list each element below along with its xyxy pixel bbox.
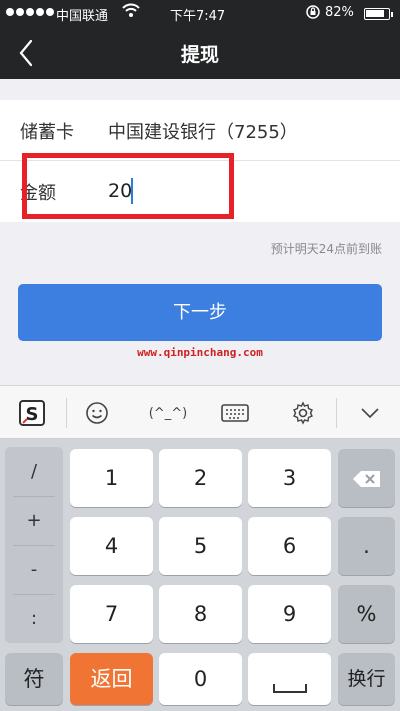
- toolbar-divider: [336, 398, 337, 428]
- key-plus[interactable]: +: [5, 496, 63, 545]
- card-label: 储蓄卡: [20, 122, 74, 143]
- symbol-key[interactable]: 符: [5, 653, 63, 705]
- backspace-icon: [352, 469, 382, 493]
- status-time: 下午7:47: [170, 9, 226, 24]
- key-slash[interactable]: /: [5, 447, 63, 496]
- space-key[interactable]: [248, 653, 331, 705]
- key-9[interactable]: 9: [248, 585, 331, 643]
- top-bar: 中国联通 下午7:47 82% 提现: [0, 0, 400, 79]
- status-bar: 中国联通 下午7:47 82%: [0, 0, 400, 26]
- emoji-icon[interactable]: [76, 386, 118, 440]
- key-4[interactable]: 4: [70, 517, 153, 575]
- page-title: 提现: [180, 44, 219, 66]
- key-minus[interactable]: -: [5, 545, 63, 594]
- symbol-column: / + - :: [5, 447, 63, 643]
- key-1[interactable]: 1: [70, 449, 153, 507]
- wifi-icon: [122, 1, 140, 23]
- collapse-keyboard-icon[interactable]: [348, 386, 392, 440]
- arrival-hint: 预计明天24点前到账: [270, 242, 382, 256]
- emoticon-button[interactable]: (^_^): [140, 386, 196, 440]
- backspace-key[interactable]: [338, 449, 395, 507]
- key-3[interactable]: 3: [248, 449, 331, 507]
- next-step-button[interactable]: 下一步: [18, 284, 382, 341]
- sogou-logo-icon[interactable]: S: [8, 386, 56, 440]
- key-6[interactable]: 6: [248, 517, 331, 575]
- battery-icon: [364, 8, 393, 20]
- key-5[interactable]: 5: [159, 517, 242, 575]
- space-bar-icon: [272, 675, 308, 699]
- newline-key[interactable]: 换行: [338, 653, 395, 705]
- numeric-keyboard: / + - : 1 2 3 4 5 6 7 8 9 . % 符 返回 0 换行: [0, 439, 400, 711]
- battery-fill: [366, 10, 384, 17]
- key-colon[interactable]: :: [5, 594, 63, 643]
- keyboard-toolbar: S (^_^): [0, 385, 400, 439]
- key-0[interactable]: 0: [159, 653, 242, 705]
- signal-strength-icon: [6, 8, 54, 16]
- rotation-lock-icon: [305, 4, 321, 24]
- carrier-name: 中国联通: [56, 9, 109, 24]
- key-7[interactable]: 7: [70, 585, 153, 643]
- battery-percent: 82%: [325, 5, 354, 20]
- key-percent[interactable]: %: [338, 585, 395, 643]
- key-dot[interactable]: .: [338, 517, 395, 575]
- keyboard-switch-icon[interactable]: [214, 386, 256, 440]
- highlight-box: [22, 153, 234, 219]
- key-2[interactable]: 2: [159, 449, 242, 507]
- return-key[interactable]: 返回: [70, 653, 153, 705]
- card-value: 中国建设银行（7255）: [108, 122, 298, 143]
- key-8[interactable]: 8: [159, 585, 242, 643]
- toolbar-divider: [66, 398, 67, 428]
- card-row[interactable]: 储蓄卡 中国建设银行（7255）: [0, 100, 400, 161]
- svg-text:S: S: [26, 404, 39, 425]
- watermark: www.qinpinchang.com: [137, 346, 263, 359]
- settings-gear-icon[interactable]: [282, 386, 324, 440]
